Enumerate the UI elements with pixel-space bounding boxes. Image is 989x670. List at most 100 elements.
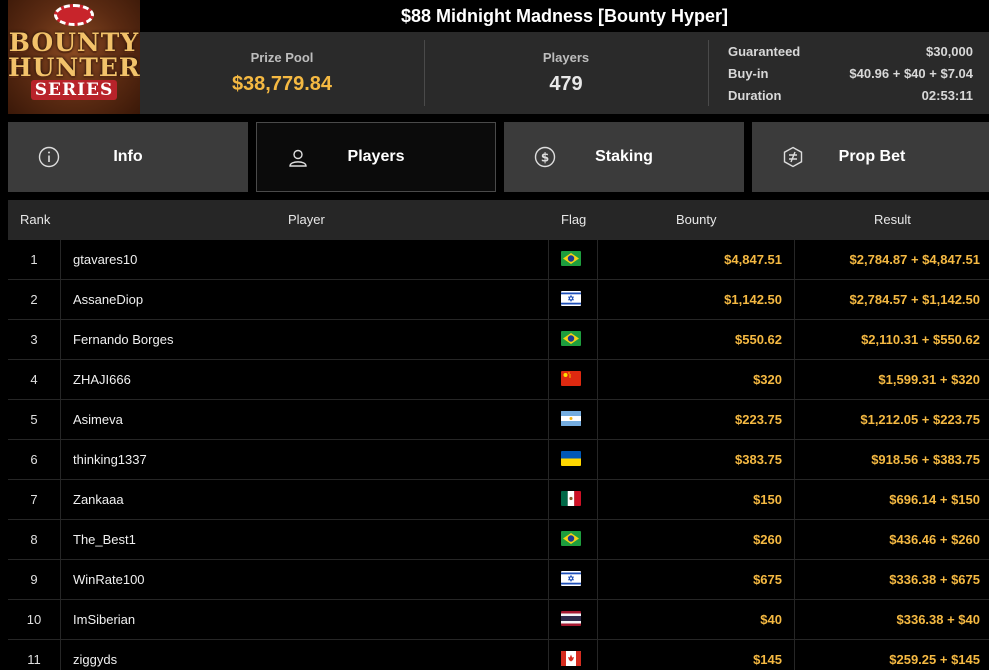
rank-cell: 8: [30, 532, 38, 547]
bounty-cell: $223.75: [735, 412, 782, 427]
column-result[interactable]: Result: [874, 200, 911, 240]
table-row[interactable]: 2 AssaneDiop $1,142.50 $2,784.57 + $1,142.5…: [8, 280, 989, 320]
row-divider: [548, 360, 549, 400]
result-cell: $336.38 + $675: [889, 572, 980, 587]
rank-cell: 9: [30, 572, 38, 587]
stats-divider: [708, 40, 709, 106]
player-name-cell[interactable]: thinking1337: [73, 440, 543, 480]
row-divider: [60, 360, 61, 400]
brazil-flag-icon: [561, 251, 581, 266]
dollar-coin-icon: $: [534, 146, 556, 168]
argentina-flag-icon: [561, 411, 581, 426]
detail-guaranteed: Guaranteed $30,000: [728, 41, 973, 63]
table-row[interactable]: 10 ImSiberian $40 $336.38 + $40: [8, 600, 989, 640]
detail-value: 02:53:11: [921, 88, 973, 103]
prop-bet-icon: [783, 146, 803, 168]
rank-cell: 7: [30, 492, 38, 507]
china-flag-icon: [561, 371, 581, 386]
table-body: 1 gtavares10 $4,847.51 $2,784.87 + $4,847.5…: [8, 240, 989, 670]
player-name-cell[interactable]: AssaneDiop: [73, 280, 543, 320]
row-divider: [60, 520, 61, 560]
result-cell: $2,110.31 + $550.62: [861, 332, 980, 347]
result-cell: $696.14 + $150: [889, 492, 980, 507]
column-flag[interactable]: Flag: [561, 200, 586, 240]
table-row[interactable]: 5 Asimeva $223.75 $1,212.05 + $223.75: [8, 400, 989, 440]
bounty-cell: $320: [753, 372, 782, 387]
players-stat: Players 479: [424, 32, 708, 114]
player-name-cell[interactable]: ZHAJI666: [73, 360, 543, 400]
player-name-cell[interactable]: gtavares10: [73, 240, 543, 280]
logo-line-2: HUNTERS: [8, 53, 140, 82]
player-name-cell[interactable]: WinRate100: [73, 560, 543, 600]
table-row[interactable]: 7 Zankaaa $150 $696.14 + $150: [8, 480, 989, 520]
rank-cell: 11: [27, 652, 41, 667]
tournament-header: BOUNTY HUNTERS SERIES $88 Midnight Madne…: [0, 0, 989, 114]
table-row[interactable]: 4 ZHAJI666 $320 $1,599.31 + $320: [8, 360, 989, 400]
row-divider: [548, 280, 549, 320]
player-name-cell[interactable]: The_Best1: [73, 520, 543, 560]
row-divider: [548, 480, 549, 520]
column-rank[interactable]: Rank: [20, 200, 50, 240]
poker-chip-icon: [54, 4, 94, 26]
result-cell: $2,784.57 + $1,142.50: [849, 292, 980, 307]
rank-cell: 6: [30, 452, 38, 467]
canada-flag-icon: [561, 651, 581, 666]
info-icon: [38, 146, 60, 168]
player-name-cell[interactable]: ImSiberian: [73, 600, 543, 640]
row-divider: [60, 600, 61, 640]
row-divider: [60, 400, 61, 440]
result-cell: $436.46 + $260: [889, 532, 980, 547]
logo-line-3: SERIES: [31, 80, 117, 100]
bounty-hunters-logo: BOUNTY HUNTERS SERIES: [8, 0, 140, 114]
table-row[interactable]: 3 Fernando Borges $550.62 $2,110.31 + $550.…: [8, 320, 989, 360]
player-name-cell[interactable]: Asimeva: [73, 400, 543, 440]
row-divider: [60, 240, 61, 280]
bounty-cell: $145: [753, 652, 782, 667]
result-cell: $1,599.31 + $320: [878, 372, 980, 387]
row-divider: [548, 320, 549, 360]
prize-pool-label: Prize Pool: [250, 50, 314, 65]
column-bounty[interactable]: Bounty: [676, 200, 716, 240]
table-row[interactable]: 11 ziggyds $145 $259.25 + $145: [8, 640, 989, 670]
result-cell: $918.56 + $383.75: [871, 452, 980, 467]
rank-cell: 10: [26, 612, 42, 627]
player-name-cell[interactable]: Fernando Borges: [73, 320, 543, 360]
table-row[interactable]: 9 WinRate100 $675 $336.38 + $675: [8, 560, 989, 600]
thailand-flag-icon: [561, 611, 581, 626]
detail-value: $30,000: [926, 44, 973, 59]
detail-label: Guaranteed: [728, 44, 801, 59]
result-cell: $1,212.05 + $223.75: [860, 412, 980, 427]
prize-pool-value: $38,779.84: [231, 73, 333, 95]
column-player[interactable]: Player: [288, 200, 325, 240]
table-row[interactable]: 6 thinking1337 $383.75 $918.56 + $383.75: [8, 440, 989, 480]
ukraine-flag-icon: [561, 451, 581, 466]
players-value: 479: [549, 73, 583, 95]
bounty-cell: $675: [753, 572, 782, 587]
player-name-cell[interactable]: ziggyds: [73, 640, 543, 670]
tab-info[interactable]: Info: [8, 122, 248, 192]
players-label: Players: [542, 50, 590, 65]
row-divider: [60, 560, 61, 600]
bounty-cell: $260: [753, 532, 782, 547]
tournament-details: Guaranteed $30,000 Buy-in $40.96 + $40 +…: [728, 41, 973, 107]
player-name-cell[interactable]: Zankaaa: [73, 480, 543, 520]
tab-players[interactable]: Players: [256, 122, 496, 192]
prize-pool-stat: Prize Pool $38,779.84: [140, 32, 424, 114]
brazil-flag-icon: [561, 531, 581, 546]
result-cell: $336.38 + $40: [896, 612, 981, 627]
bounty-cell: $550.62: [735, 332, 782, 347]
bounty-cell: $1,142.50: [724, 292, 782, 307]
tab-prop-bet[interactable]: Prop Bet: [752, 122, 989, 192]
players-table: Rank Player Flag Bounty Result 1 gtavares…: [8, 200, 989, 670]
bounty-cell: $383.75: [735, 452, 782, 467]
rank-cell: 3: [30, 332, 38, 347]
row-divider: [60, 480, 61, 520]
tab-staking[interactable]: $ Staking: [504, 122, 744, 192]
tournament-title: $88 Midnight Madness [Bounty Hyper]: [400, 6, 729, 26]
table-row[interactable]: 1 gtavares10 $4,847.51 $2,784.87 + $4,847.5…: [8, 240, 989, 280]
row-divider: [548, 440, 549, 480]
row-divider: [60, 440, 61, 480]
table-header: Rank Player Flag Bounty Result: [8, 200, 989, 240]
table-row[interactable]: 8 The_Best1 $260 $436.46 + $260: [8, 520, 989, 560]
rank-cell: 5: [30, 412, 38, 427]
